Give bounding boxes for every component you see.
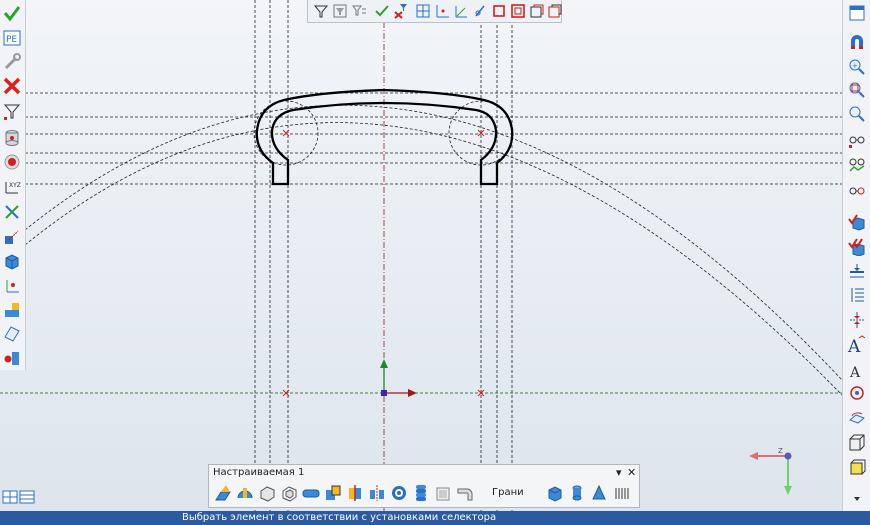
window-icon[interactable]: [847, 3, 867, 23]
point-axes-icon[interactable]: [2, 276, 22, 296]
svg-text:A: A: [847, 337, 861, 355]
box-outline-icon[interactable]: [527, 1, 547, 21]
cancel-x-icon[interactable]: [2, 76, 22, 96]
compress-icon[interactable]: [847, 310, 867, 330]
status-bar: Выбрать элемент в соответствии с установ…: [0, 511, 870, 525]
line-icon[interactable]: [451, 1, 471, 21]
magnet-icon[interactable]: [847, 32, 867, 52]
zoom-fit-icon[interactable]: [847, 80, 867, 100]
cylinder-icon[interactable]: [301, 483, 321, 503]
pick-point-icon[interactable]: [390, 1, 410, 21]
filter-tree-icon[interactable]: [349, 1, 369, 21]
accept-check-icon[interactable]: [2, 3, 22, 23]
cone-blue-icon[interactable]: [589, 483, 609, 503]
point-axes-icon[interactable]: [432, 1, 452, 21]
svg-text:A: A: [849, 365, 861, 380]
selector-toolbar: [307, 0, 562, 23]
wrench-icon[interactable]: [2, 52, 22, 72]
tiled-view-icon[interactable]: [2, 490, 18, 504]
scroll-down-icon[interactable]: [847, 489, 867, 509]
filter-icon[interactable]: [311, 1, 331, 21]
box-outline-2-icon[interactable]: [545, 1, 565, 21]
rotate-plane-icon[interactable]: [847, 407, 867, 427]
axis-cross-icon[interactable]: [2, 202, 22, 222]
panel-close-button[interactable]: ✕: [627, 466, 636, 479]
plane-icon[interactable]: [2, 324, 22, 344]
list-view-icon[interactable]: [19, 490, 35, 504]
check-filter-icon[interactable]: [372, 1, 392, 21]
left-toolbar: PE XYZ: [0, 0, 26, 370]
thread-icon[interactable]: [613, 483, 633, 503]
cube-icon[interactable]: [2, 251, 22, 271]
panel-dropdown-button[interactable]: ▾: [616, 466, 622, 479]
svg-text:+: +: [852, 62, 858, 70]
bend-icon[interactable]: [455, 483, 475, 503]
mirror-icon[interactable]: [367, 483, 387, 503]
zoom-in-icon[interactable]: +: [847, 57, 867, 77]
coordinate-xyz-icon[interactable]: XYZ: [2, 177, 22, 197]
combine-icon[interactable]: [323, 483, 343, 503]
rotate-target-icon[interactable]: [847, 383, 867, 403]
faces-dropdown[interactable]: Грани: [492, 487, 524, 498]
filter-cursor-icon[interactable]: [2, 102, 22, 122]
text-a-small-icon[interactable]: A: [847, 361, 867, 381]
point-icon[interactable]: [413, 1, 433, 21]
glasses-edit-icon[interactable]: [847, 155, 867, 175]
handle-profile[interactable]: [255, 88, 514, 186]
split-icon[interactable]: [345, 483, 365, 503]
glasses-red-icon[interactable]: [847, 181, 867, 201]
snap-points: [282, 129, 485, 397]
multi-cube-icon[interactable]: [2, 300, 22, 320]
line-icon-2[interactable]: [470, 1, 490, 21]
stack-icon[interactable]: [411, 483, 431, 503]
box-red-icon[interactable]: [489, 1, 509, 21]
right-toolbar: + A A: [842, 0, 870, 511]
dimension-icon[interactable]: [847, 261, 867, 281]
box-red-2-icon[interactable]: [508, 1, 528, 21]
cube-yellow-icon[interactable]: [847, 457, 867, 477]
box-transparent-icon[interactable]: [433, 483, 453, 503]
solid-icon[interactable]: [257, 483, 277, 503]
shell-icon[interactable]: [279, 483, 299, 503]
cube-check-icon[interactable]: [847, 212, 867, 232]
cube-multi-check-icon[interactable]: [847, 237, 867, 257]
svg-text:Z: Z: [778, 447, 783, 455]
database-cylinder-icon[interactable]: [2, 128, 22, 148]
extrude-icon[interactable]: [213, 483, 233, 503]
record-stop-icon[interactable]: [2, 152, 22, 172]
construction-lines: [24, 0, 843, 511]
drawing-canvas[interactable]: Z: [0, 0, 870, 511]
revolve-icon[interactable]: [235, 483, 255, 503]
origin-gizmo[interactable]: [380, 359, 417, 397]
text-a-icon[interactable]: A: [847, 335, 867, 355]
cylinder-blue-icon[interactable]: [567, 483, 587, 503]
graphics-viewport[interactable]: Z: [0, 0, 870, 511]
view-triad: Z: [749, 447, 792, 495]
svg-text:XYZ: XYZ: [9, 182, 21, 189]
add-points-icon[interactable]: [2, 227, 22, 247]
cube-blue-icon[interactable]: [545, 483, 565, 503]
glasses-icon[interactable]: [847, 130, 867, 150]
view-cube-icon[interactable]: [847, 433, 867, 453]
parameters-pe-icon[interactable]: PE: [2, 28, 22, 48]
panel-title: Настраиваемая 1: [213, 467, 305, 478]
filter-all-icon[interactable]: [330, 1, 350, 21]
spiral-icon[interactable]: [389, 483, 409, 503]
custom-toolbar-panel: Настраиваемая 1 ▾ ✕ Грани: [208, 464, 640, 508]
vertical-dimension-icon[interactable]: [847, 285, 867, 305]
zoom-window-icon[interactable]: [847, 104, 867, 124]
svg-text:PE: PE: [6, 35, 17, 45]
status-text: Выбрать элемент в соответствии с установ…: [182, 512, 497, 523]
insert-part-icon[interactable]: [2, 348, 22, 368]
view-tabs: [2, 489, 36, 505]
